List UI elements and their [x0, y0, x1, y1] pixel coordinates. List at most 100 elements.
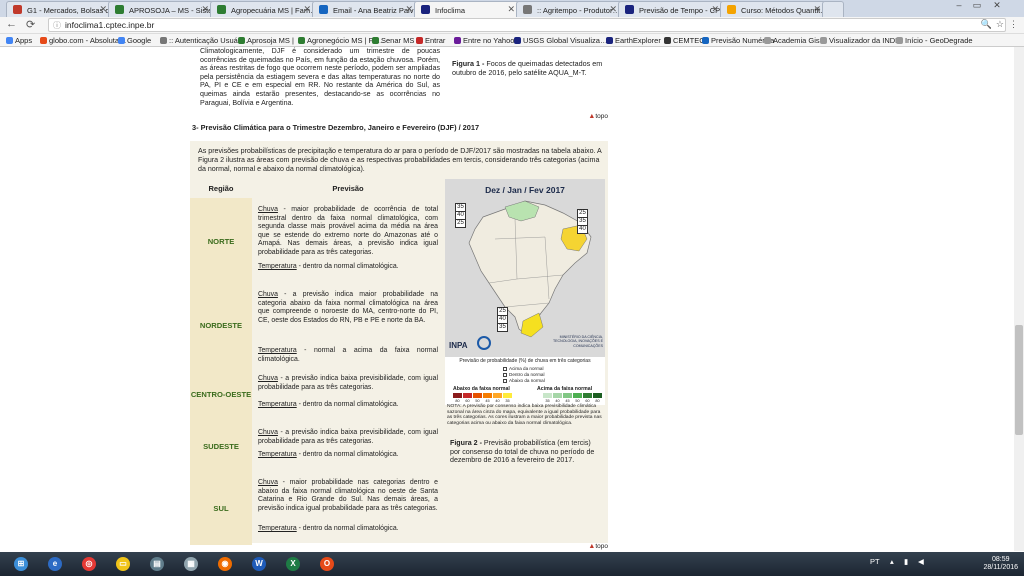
- explorer-icon: ▭: [116, 557, 130, 571]
- bookmark-item[interactable]: Aprosoja MS |: [238, 36, 294, 45]
- calc-taskbar-button[interactable]: ▦: [178, 554, 204, 574]
- maximize-icon[interactable]: ▭: [970, 0, 984, 11]
- excel-icon: X: [286, 557, 300, 571]
- chrome-icon: ◎: [82, 557, 96, 571]
- bookmark-icon: [896, 37, 903, 44]
- tab-bar: G1 - Mercados, Bolsas d… ✕ APROSOJA – MS -…: [0, 0, 1024, 17]
- bookmark-label: Entrar: [425, 36, 446, 45]
- table-row: SUDESTE Chuva - a previsão indica baixa p…: [190, 421, 444, 471]
- legend-swatch: [573, 393, 582, 398]
- browser-tab[interactable]: :: Agritempo - Produtor… ✕: [516, 1, 622, 17]
- firefox-taskbar-button[interactable]: ◉: [212, 554, 238, 574]
- start-taskbar-button[interactable]: ⊞: [8, 554, 34, 574]
- rain-forecast: Chuva - a previsão indica baixa previsib…: [258, 375, 438, 391]
- queimadas-paragraph: Climatologicamente, DJF é considerado um…: [200, 47, 440, 107]
- reload-icon[interactable]: ⟳: [26, 18, 35, 31]
- bookmark-item[interactable]: :: Autenticação Usuár…: [160, 36, 248, 45]
- browser-tab[interactable]: Infoclima ✕: [414, 1, 520, 17]
- volume-icon[interactable]: ◀: [918, 557, 924, 566]
- bookmark-item[interactable]: Google: [118, 36, 151, 45]
- vertical-scrollbar[interactable]: [1014, 47, 1024, 551]
- legend-scale-label: 35: [505, 399, 510, 403]
- files-taskbar-button[interactable]: ▤: [144, 554, 170, 574]
- prob-value: 35: [499, 324, 506, 330]
- top-link-bottom[interactable]: ▲topo: [588, 543, 608, 550]
- bookmark-icon: [416, 37, 423, 44]
- menu-icon[interactable]: ⋮: [1009, 19, 1018, 30]
- language-indicator[interactable]: PT: [870, 557, 880, 566]
- legend-scale-label: 60: [465, 399, 470, 403]
- close-tab-icon[interactable]: ✕: [813, 4, 821, 15]
- bookmark-item[interactable]: CEMTEC: [664, 36, 705, 45]
- bookmark-item[interactable]: Apps: [6, 36, 32, 45]
- back-icon[interactable]: ←: [6, 18, 17, 30]
- bookmark-item[interactable]: Entre no Yahoo: [454, 36, 514, 45]
- prob-value: 40: [456, 212, 465, 220]
- bookmark-label: USGS Global Visualiza…: [523, 36, 608, 45]
- prob-box-south: 25 40 35: [497, 307, 508, 332]
- bookmark-item[interactable]: Início - GeoDegrade: [896, 36, 973, 45]
- close-tab-icon[interactable]: ✕: [201, 4, 209, 15]
- close-tab-icon[interactable]: ✕: [99, 4, 107, 15]
- bookmark-item[interactable]: Entrar: [416, 36, 445, 45]
- bookmark-star-icon[interactable]: ☆: [996, 19, 1004, 30]
- legend-swatch: [463, 393, 472, 398]
- ie-taskbar-button[interactable]: e: [42, 554, 68, 574]
- legend-swatch: [503, 393, 512, 398]
- legend-above-label: Acima da faixa normal: [537, 386, 593, 392]
- temperature-forecast: Temperatura - dentro da normal climatoló…: [258, 401, 399, 408]
- figure-1: Figura 1 - Focos de queimadas detectados…: [452, 47, 607, 77]
- bookmark-icon: [664, 37, 671, 44]
- bookmarks-bar: Apps globo.com - Absoluta… Google:: Autent…: [0, 34, 1024, 47]
- brazil-outline: [468, 200, 592, 336]
- explorer-taskbar-button[interactable]: ▭: [110, 554, 136, 574]
- bookmark-item[interactable]: USGS Global Visualiza…: [514, 36, 607, 45]
- office-taskbar-button[interactable]: O: [314, 554, 340, 574]
- bookmark-item[interactable]: EarthExplorer: [606, 36, 661, 45]
- excel-taskbar-button[interactable]: X: [280, 554, 306, 574]
- clock[interactable]: 08:59 28/11/2016: [983, 556, 1018, 572]
- top-link[interactable]: ▲topo: [588, 113, 608, 120]
- zoom-icon[interactable]: 🔍: [981, 19, 992, 30]
- browser-tab[interactable]: Previsão de Tempo - CP… ✕: [618, 1, 724, 17]
- bookmark-item[interactable]: Senar MS: [372, 36, 414, 45]
- close-tab-icon[interactable]: ✕: [711, 4, 719, 15]
- browser-tab[interactable]: APROSOJA – MS - Sister… ✕: [108, 1, 214, 17]
- firefox-icon: ◉: [218, 557, 232, 571]
- browser-tab[interactable]: Curso: Métodos Quantit… ✕: [720, 1, 826, 17]
- close-tab-icon[interactable]: ✕: [609, 4, 617, 15]
- browser-tab[interactable]: Email - Ana Beatriz Paiv… ✕: [312, 1, 418, 17]
- legend-option: Acima da normal: [503, 366, 543, 371]
- clock-date: 28/11/2016: [983, 564, 1018, 571]
- chrome-taskbar-button[interactable]: ◎: [76, 554, 102, 574]
- browser-tab[interactable]: G1 - Mercados, Bolsas d… ✕: [6, 1, 112, 17]
- close-tab-icon[interactable]: ✕: [507, 4, 515, 15]
- url-field[interactable]: ⓘ infoclima1.cptec.inpe.br: [48, 18, 1006, 32]
- legend-option: Dentro da normal: [503, 372, 545, 377]
- site-info-icon[interactable]: ⓘ: [53, 20, 61, 31]
- close-tab-icon[interactable]: ✕: [303, 4, 311, 15]
- close-tab-icon[interactable]: ✕: [405, 4, 413, 15]
- tray-arrow-icon[interactable]: ▴: [890, 557, 894, 566]
- network-icon[interactable]: ▮: [904, 557, 908, 566]
- minimize-icon[interactable]: –: [952, 0, 966, 10]
- legend-scale-label: 35: [545, 399, 550, 403]
- legend-scale-label: 80: [595, 399, 600, 403]
- temperature-forecast: Temperatura - dentro da normal climatoló…: [258, 263, 399, 270]
- table-row: SUL Chuva - maior probabilidade nas categ…: [190, 471, 444, 545]
- rain-forecast: Chuva - a previsão indica baixa previsib…: [258, 429, 438, 445]
- close-window-icon[interactable]: ✕: [990, 0, 1004, 11]
- address-bar: ← ⟳ ⓘ infoclima1.cptec.inpe.br 🔍 ☆ ⋮: [0, 17, 1024, 34]
- browser-tab[interactable]: Agropecuária MS | Fam… ✕: [210, 1, 316, 17]
- section-title: 3- Previsão Climática para o Trimestre D…: [192, 123, 480, 132]
- bookmark-item[interactable]: Academia Gis: [764, 36, 820, 45]
- bookmark-item[interactable]: Visualizador da INDE: [820, 36, 900, 45]
- clock-time: 08:59: [991, 556, 1010, 563]
- bookmark-item[interactable]: globo.com - Absoluta…: [40, 36, 127, 45]
- table-row: CENTRO-OESTE Chuva - a previsão indica ba…: [190, 367, 444, 421]
- prob-value: 40: [498, 316, 507, 324]
- scrollbar-thumb[interactable]: [1015, 325, 1023, 435]
- new-tab-button[interactable]: [822, 1, 844, 17]
- files-icon: ▤: [150, 557, 164, 571]
- word-taskbar-button[interactable]: W: [246, 554, 272, 574]
